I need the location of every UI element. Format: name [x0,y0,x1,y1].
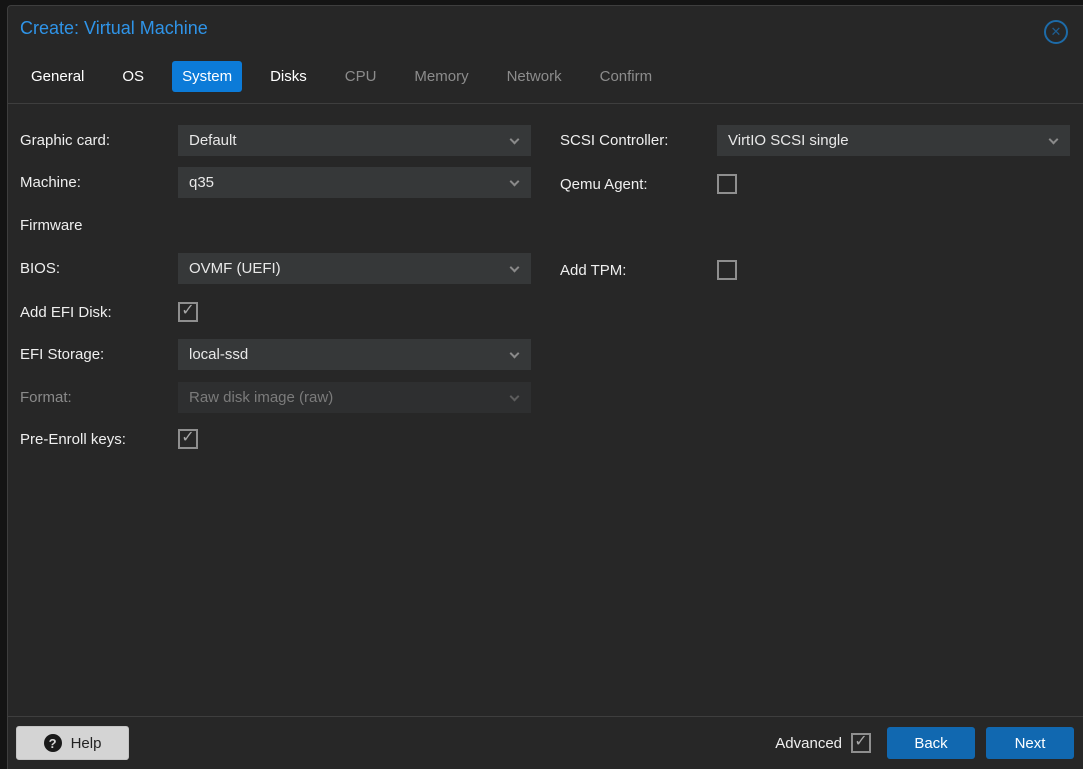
tab-disks[interactable]: Disks [260,61,317,92]
check-icon: ✓ [181,303,194,319]
chevron-down-icon [1049,135,1059,145]
efi-storage-label: EFI Storage: [20,346,178,363]
add-efi-disk-checkbox[interactable]: ✓ [178,302,198,322]
format-select: Raw disk image (raw) [178,382,531,413]
pre-enroll-keys-checkbox[interactable]: ✓ [178,429,198,449]
tab-confirm: Confirm [590,61,663,92]
scsi-controller-value: VirtIO SCSI single [728,132,849,149]
add-tpm-label: Add TPM: [560,262,717,279]
dialog-body: Graphic card: Default Machine: q35 Firmw… [8,105,1083,716]
bios-row: BIOS: OVMF (UEFI) [20,253,531,284]
bios-select[interactable]: OVMF (UEFI) [178,253,531,284]
firmware-section-row: Firmware [20,217,83,234]
graphic-card-row: Graphic card: Default [20,125,531,156]
tab-network: Network [497,61,572,92]
tab-general[interactable]: General [21,61,94,92]
add-tpm-row: Add TPM: [560,260,737,280]
efi-storage-row: EFI Storage: local-ssd [20,339,531,370]
chevron-down-icon [510,135,520,145]
qemu-agent-label: Qemu Agent: [560,176,717,193]
back-button[interactable]: Back [887,727,975,759]
bios-label: BIOS: [20,260,178,277]
next-button[interactable]: Next [986,727,1074,759]
check-icon: ✓ [854,734,867,750]
format-label: Format: [20,389,178,406]
question-circle-icon: ? [44,734,62,752]
tab-memory: Memory [404,61,478,92]
create-vm-dialog: Create: Virtual Machine ✕ General OS Sys… [7,5,1083,769]
tab-os[interactable]: OS [112,61,154,92]
advanced-checkbox[interactable]: ✓ [851,733,871,753]
dialog-footer: ? Help Advanced ✓ Back Next [8,716,1083,769]
advanced-label: Advanced [775,735,842,752]
scsi-controller-row: SCSI Controller: VirtIO SCSI single [560,125,1070,156]
efi-storage-select[interactable]: local-ssd [178,339,531,370]
add-efi-disk-label: Add EFI Disk: [20,304,178,321]
qemu-agent-checkbox[interactable] [717,174,737,194]
format-value: Raw disk image (raw) [189,389,333,406]
add-tpm-checkbox[interactable] [717,260,737,280]
tab-system[interactable]: System [172,61,242,92]
pre-enroll-keys-label: Pre-Enroll keys: [20,431,178,448]
tab-cpu: CPU [335,61,387,92]
firmware-section-label: Firmware [20,217,83,234]
help-button-label: Help [71,735,102,752]
chevron-down-icon [510,392,520,402]
qemu-agent-row: Qemu Agent: [560,174,737,194]
question-glyph: ? [49,736,57,751]
close-glyph: ✕ [1051,24,1062,40]
machine-row: Machine: q35 [20,167,531,198]
check-icon: ✓ [181,430,194,446]
dialog-title: Create: Virtual Machine [20,18,208,39]
bios-value: OVMF (UEFI) [189,260,281,277]
chevron-down-icon [510,263,520,273]
machine-label: Machine: [20,174,178,191]
pre-enroll-keys-row: Pre-Enroll keys: ✓ [20,429,198,449]
close-icon[interactable]: ✕ [1044,20,1068,44]
format-row: Format: Raw disk image (raw) [20,382,531,413]
chevron-down-icon [510,349,520,359]
add-efi-disk-row: Add EFI Disk: ✓ [20,302,198,322]
wizard-tabs: General OS System Disks CPU Memory Netwo… [21,61,662,92]
machine-select[interactable]: q35 [178,167,531,198]
chevron-down-icon [510,177,520,187]
help-button[interactable]: ? Help [16,726,129,760]
footer-actions: Advanced ✓ Back Next [775,727,1075,759]
graphic-card-value: Default [189,132,237,149]
machine-value: q35 [189,174,214,191]
graphic-card-label: Graphic card: [20,132,178,149]
efi-storage-value: local-ssd [189,346,248,363]
scsi-controller-select[interactable]: VirtIO SCSI single [717,125,1070,156]
scsi-controller-label: SCSI Controller: [560,132,717,149]
graphic-card-select[interactable]: Default [178,125,531,156]
dialog-header: Create: Virtual Machine ✕ General OS Sys… [8,6,1083,104]
